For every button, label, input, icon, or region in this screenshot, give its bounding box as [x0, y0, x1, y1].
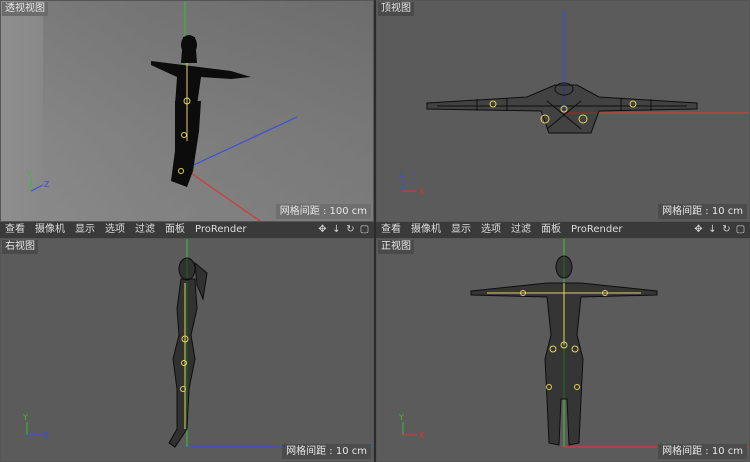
perspective-scene[interactable]: Y Z — [1, 1, 374, 222]
menu-camera[interactable]: 摄像机 — [406, 222, 446, 238]
grid-spacing-label: 网格间距 : 100 cm — [275, 204, 371, 219]
right-scene[interactable]: Y Z — [1, 239, 374, 462]
move-view-icon[interactable]: ✥ — [317, 222, 328, 238]
viewport-title[interactable]: 透视视图 — [2, 2, 48, 16]
right-viewport[interactable]: Y Z 右视图 网格间距 : 10 cm — [0, 238, 374, 462]
navigation-icons: ✥ ↓ ↻ ▢ — [693, 222, 746, 238]
axis-gizmo: Y X — [398, 413, 425, 440]
menu-filter[interactable]: 过滤 — [130, 222, 160, 238]
maximize-view-icon[interactable]: ▢ — [735, 222, 746, 238]
move-view-icon[interactable]: ✥ — [693, 222, 704, 238]
top-scene[interactable]: Z X — [377, 1, 750, 222]
rotate-view-icon[interactable]: ↻ — [721, 222, 732, 238]
character-wireframe-side[interactable] — [168, 257, 208, 448]
menu-display[interactable]: 显示 — [446, 222, 476, 238]
world-z-axis — [184, 116, 298, 170]
menu-options[interactable]: 选项 — [100, 222, 130, 238]
grid-spacing-label: 网格间距 : 10 cm — [658, 444, 747, 459]
grid-spacing-label: 网格间距 : 10 cm — [282, 444, 371, 459]
dolly-view-icon[interactable]: ↓ — [331, 222, 342, 238]
viewport-grid: Y Z 透视视图 网格间距 : 100 cm Z X 顶视图 网格间距: 10… — [0, 0, 750, 462]
axis-gizmo: Y Z — [26, 169, 50, 192]
menu-options[interactable]: 选项 — [476, 222, 506, 238]
rotate-view-icon[interactable]: ↻ — [345, 222, 356, 238]
maximize-view-icon[interactable]: ▢ — [359, 222, 370, 238]
viewport-title[interactable]: 右视图 — [2, 240, 38, 254]
gizmo-x-label: X — [419, 431, 425, 440]
top-viewport[interactable]: Z X 顶视图 网格间距 : 10 cm — [376, 0, 750, 222]
gizmo-y-label: Y — [22, 413, 28, 422]
dolly-view-icon[interactable]: ↓ — [707, 222, 718, 238]
viewport-menu-bar-left: 查看 摄像机 显示 选项 过滤 面板 ProRender ✥ ↓ ↻ ▢ — [0, 222, 374, 238]
gizmo-z-label: Z — [44, 180, 50, 189]
front-scene[interactable]: Y X — [377, 239, 750, 462]
viewport-menu-bar-right: 查看 摄像机 显示 选项 过滤 面板 ProRender ✥ ↓ ↻ ▢ — [376, 222, 750, 238]
gizmo-y-label: Y — [26, 169, 32, 178]
axis-gizmo: Y Z — [22, 413, 49, 440]
menu-prorender[interactable]: ProRender — [190, 222, 251, 238]
viewport-title[interactable]: 顶视图 — [378, 2, 414, 16]
menu-panel[interactable]: 面板 — [160, 222, 190, 238]
menu-view[interactable]: 查看 — [0, 222, 30, 238]
axis-gizmo: Z X — [399, 170, 425, 196]
front-viewport[interactable]: Y X 正视图 网格间距 : 10 cm — [376, 238, 750, 462]
character-wireframe-top[interactable] — [426, 82, 698, 134]
grid-spacing-label: 网格间距 : 10 cm — [658, 204, 747, 219]
gizmo-x-label: X — [419, 187, 425, 196]
navigation-icons: ✥ ↓ ↻ ▢ — [317, 222, 370, 238]
gizmo-y-label: Y — [398, 413, 404, 422]
menu-panel[interactable]: 面板 — [536, 222, 566, 238]
world-x-axis — [184, 168, 262, 221]
gizmo-z-label: Z — [43, 431, 49, 440]
menu-view[interactable]: 查看 — [376, 222, 406, 238]
menu-filter[interactable]: 过滤 — [506, 222, 536, 238]
perspective-viewport[interactable]: Y Z 透视视图 网格间距 : 100 cm — [0, 0, 374, 222]
menu-prorender[interactable]: ProRender — [566, 222, 627, 238]
character-model[interactable] — [151, 35, 251, 187]
menu-display[interactable]: 显示 — [70, 222, 100, 238]
viewport-title[interactable]: 正视图 — [378, 240, 414, 254]
menu-camera[interactable]: 摄像机 — [30, 222, 70, 238]
gizmo-z-label: Z — [399, 170, 405, 179]
